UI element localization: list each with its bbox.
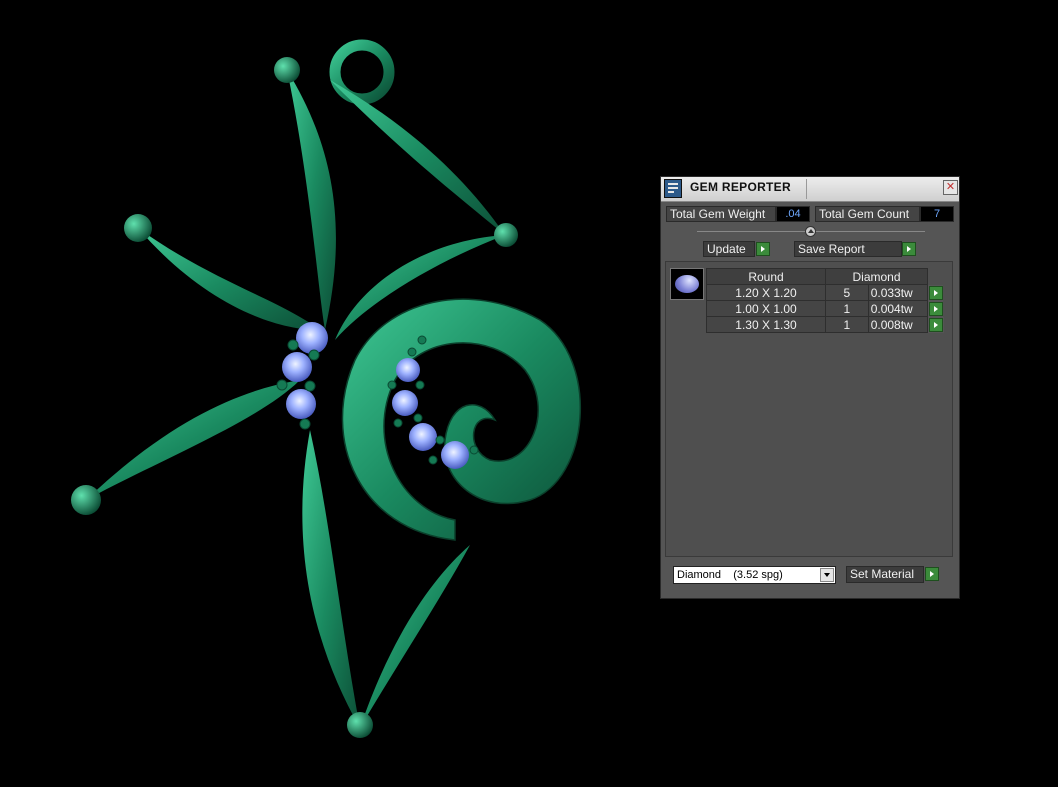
table-row[interactable]: 1.00 X 1.00 1 0.004tw [706,300,944,317]
arm-top [287,70,336,330]
gem-count-cell: 5 [825,284,869,301]
gem-weight-cell: 0.004tw [867,300,929,317]
gem-stone [409,423,437,451]
ball-tip [347,712,373,738]
material-header: Diamond [825,268,928,285]
round-gem-icon[interactable] [670,268,704,300]
arm-upper-left [138,228,320,330]
gem-size-cell: 1.30 X 1.30 [706,316,826,333]
slider-knob-icon[interactable] [805,226,816,237]
gem-stone [392,390,418,416]
gem-reporter-panel: GEM REPORTER ✕ Total Gem Weight .04 Tota… [660,176,960,599]
dropdown-arrow-icon[interactable] [820,568,834,582]
gem-stone [441,441,469,469]
save-report-go-icon[interactable] [902,242,916,256]
material-select[interactable]: Diamond (3.52 spg) [673,566,836,584]
table-row[interactable]: 1.30 X 1.30 1 0.008tw [706,316,944,333]
ball-tip [71,485,101,515]
update-button[interactable]: Update [703,241,755,257]
row-go-icon[interactable] [929,285,943,300]
arm-lower-left [86,380,300,500]
row-go-icon[interactable] [929,317,943,332]
arm-top-right [330,80,505,235]
table-row[interactable]: 1.20 X 1.20 5 0.033tw [706,284,944,301]
gem-reporter-icon [664,179,682,198]
row-go-cell[interactable] [927,316,944,333]
pendant-model [71,39,581,738]
row-go-cell[interactable] [927,300,944,317]
3d-viewport[interactable] [0,0,650,782]
arm-bottom [302,430,360,728]
gem-size-cell: 1.00 X 1.00 [706,300,826,317]
total-weight-label: Total Gem Weight [666,206,776,222]
save-report-button[interactable]: Save Report [794,241,902,257]
window-title: GEM REPORTER [690,180,791,194]
shape-header: Round [706,268,826,285]
gem-table-header: Round Diamond [706,268,944,285]
arm-bottom-right [360,545,470,728]
total-count-label: Total Gem Count [815,206,920,222]
gem-count-cell: 1 [825,316,869,333]
set-material-button[interactable]: Set Material [846,566,924,583]
gem-table: Round Diamond 1.20 X 1.20 5 0.033tw 1.00… [706,268,944,333]
total-count-value: 7 [920,206,954,222]
set-material-go-icon[interactable] [925,567,939,581]
spiral [341,298,581,541]
row-go-icon[interactable] [929,301,943,316]
title-bar[interactable]: GEM REPORTER ✕ [661,177,959,202]
gem-stone [296,322,328,354]
gem-stone [282,352,312,382]
ball-tip [274,57,300,83]
gem-weight-cell: 0.008tw [867,316,929,333]
close-icon[interactable]: ✕ [943,180,958,195]
row-go-cell[interactable] [927,284,944,301]
gem-stone [396,358,420,382]
gem-count-cell: 1 [825,300,869,317]
ball-tip [494,223,518,247]
gem-weight-cell: 0.033tw [867,284,929,301]
gem-stone [286,389,316,419]
ball-tip [124,214,152,242]
gem-size-cell: 1.20 X 1.20 [706,284,826,301]
update-go-icon[interactable] [756,242,770,256]
title-divider [806,179,807,199]
material-selected-value: Diamond (3.52 spg) [677,569,783,581]
total-weight-value: .04 [776,206,810,222]
